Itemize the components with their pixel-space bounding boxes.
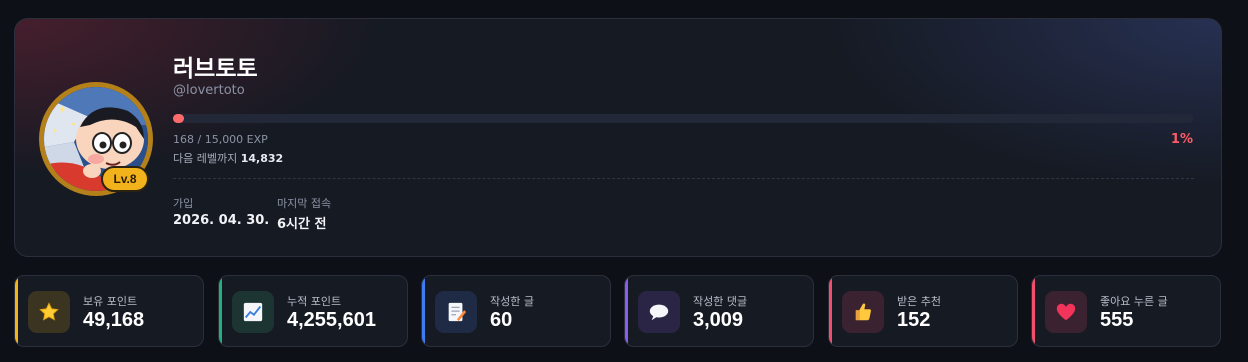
stat-label: 받은 추천 bbox=[897, 295, 941, 308]
divider bbox=[173, 178, 1194, 179]
stat-accent bbox=[219, 276, 222, 346]
memo-icon bbox=[435, 291, 477, 333]
svg-text:✦: ✦ bbox=[58, 105, 66, 116]
stat-label: 좋아요 누른 글 bbox=[1100, 295, 1168, 308]
stat-label: 작성한 댓글 bbox=[693, 295, 748, 308]
chart-increasing-icon bbox=[232, 291, 274, 333]
stat-card-liked-posts[interactable]: 좋아요 누른 글 555 bbox=[1031, 275, 1221, 347]
exp-progress-bar bbox=[173, 114, 1194, 123]
next-level-label: 다음 레벨까지 bbox=[173, 152, 238, 165]
joined-date: 2026. 04. 30. bbox=[173, 213, 270, 228]
profile-card: ✦ ✦ ✦ Lv.8 러브토토 @lovertoto 168 / 15,000 … bbox=[14, 18, 1222, 257]
speech-bubble-icon bbox=[638, 291, 680, 333]
stat-card-posts[interactable]: 작성한 글 60 bbox=[421, 275, 611, 347]
stat-value: 152 bbox=[897, 309, 931, 331]
user-handle: @lovertoto bbox=[173, 83, 245, 98]
exp-progress-fill bbox=[173, 114, 185, 123]
stat-label: 누적 포인트 bbox=[287, 295, 342, 308]
username: 러브토토 bbox=[173, 56, 258, 82]
thumbs-up-icon bbox=[842, 291, 884, 333]
next-level-value: 14,832 bbox=[240, 152, 284, 165]
svg-text:✦: ✦ bbox=[70, 120, 77, 129]
stat-value: 60 bbox=[490, 309, 513, 331]
stat-card-points[interactable]: 보유 포인트 49,168 bbox=[14, 275, 204, 347]
stat-accent bbox=[829, 276, 832, 346]
stat-value: 4,255,601 bbox=[287, 309, 376, 331]
stat-card-comments[interactable]: 작성한 댓글 3,009 bbox=[624, 275, 814, 347]
stat-card-recommendations[interactable]: 받은 추천 152 bbox=[828, 275, 1018, 347]
last-access-label: 마지막 접속 bbox=[277, 197, 332, 210]
star-icon bbox=[28, 291, 70, 333]
joined-label: 가입 bbox=[173, 197, 194, 210]
next-level-info: 다음 레벨까지 14,832 bbox=[173, 150, 283, 166]
stat-accent bbox=[625, 276, 628, 346]
svg-text:✦: ✦ bbox=[52, 127, 58, 135]
stat-label: 작성한 글 bbox=[490, 295, 534, 308]
last-access-value: 6시간 전 bbox=[277, 217, 327, 232]
exp-text: 168 / 15,000 EXP bbox=[173, 133, 268, 146]
heart-icon bbox=[1045, 291, 1087, 333]
stat-accent bbox=[422, 276, 425, 346]
stat-value: 3,009 bbox=[693, 309, 744, 331]
stat-accent bbox=[15, 276, 18, 346]
stat-value: 49,168 bbox=[83, 309, 145, 331]
stat-label: 보유 포인트 bbox=[83, 295, 138, 308]
exp-percent: 1% bbox=[1170, 132, 1193, 147]
stat-accent bbox=[1032, 276, 1035, 346]
level-badge: Lv.8 bbox=[101, 166, 149, 192]
stat-card-total-points[interactable]: 누적 포인트 4,255,601 bbox=[218, 275, 408, 347]
stat-value: 555 bbox=[1100, 309, 1134, 331]
